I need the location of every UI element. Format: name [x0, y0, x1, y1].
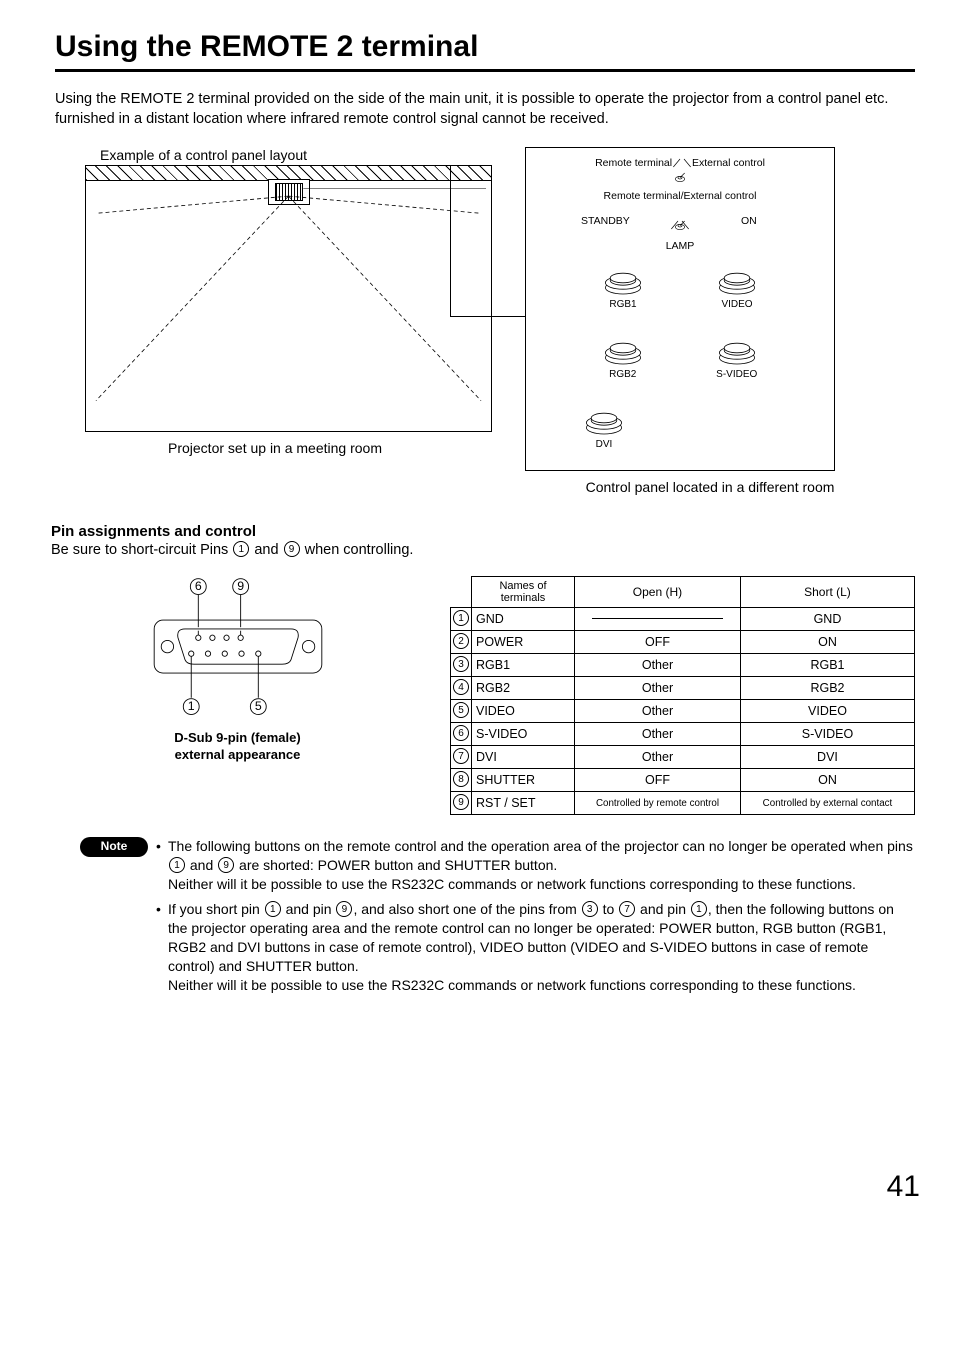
switch-icon: [670, 170, 690, 187]
right-caption: Control panel located in a different roo…: [525, 479, 895, 495]
panel-button: VIDEO: [717, 268, 757, 310]
panel-label: Remote terminal: [595, 157, 672, 169]
svg-text:9: 9: [237, 579, 244, 593]
example-label: Example of a control panel layout: [100, 147, 495, 163]
intro-text: Using the REMOTE 2 terminal provided on …: [55, 90, 915, 129]
lamp-label: LAMP: [666, 240, 695, 252]
panel-label: Remote terminal/External control: [526, 190, 834, 202]
left-caption: Projector set up in a meeting room: [55, 440, 495, 456]
note-badge: Note: [80, 837, 148, 857]
section-title: Pin assignments and control: [51, 523, 915, 540]
pin-table: Names of terminalsOpen (H)Short (L) 1GND…: [450, 576, 915, 815]
panel-button: RGB1: [603, 268, 643, 310]
panel-label: External control: [692, 157, 765, 169]
room-diagram: [85, 165, 492, 432]
page-number: 41: [55, 1170, 920, 1204]
panel-button: RGB2: [603, 338, 643, 380]
standby-label: STANDBY: [581, 215, 630, 227]
dsub-connector-icon: 6 9 1 5: [148, 576, 328, 726]
on-label: ON: [741, 215, 757, 227]
switch-icon: [670, 218, 690, 235]
control-panel-diagram: Remote terminal External control Remote …: [525, 147, 835, 471]
dsub-caption: D-Sub 9-pin (female)external appearance: [174, 730, 300, 764]
svg-text:5: 5: [254, 699, 261, 713]
section-subtitle: Be sure to short-circuit Pins 1 and 9 wh…: [51, 542, 915, 558]
connection-line: [450, 166, 526, 317]
svg-text:6: 6: [194, 579, 201, 593]
note-body: The following buttons on the remote cont…: [156, 837, 915, 1000]
panel-button: DVI: [584, 408, 624, 450]
svg-text:1: 1: [187, 699, 194, 713]
panel-button: S-VIDEO: [716, 338, 757, 380]
page-title: Using the REMOTE 2 terminal: [55, 30, 915, 72]
